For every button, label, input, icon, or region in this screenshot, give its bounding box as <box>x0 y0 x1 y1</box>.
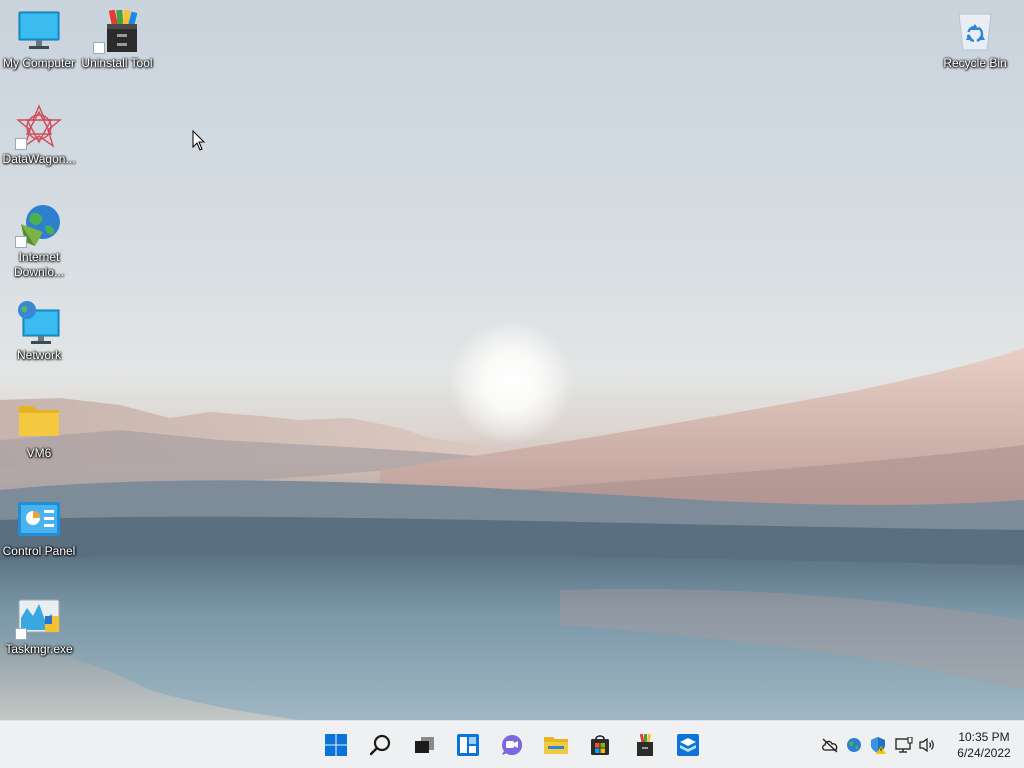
file-explorer-icon <box>544 737 568 754</box>
recycle-bin-icon <box>951 8 999 54</box>
mouse-cursor-icon <box>192 130 206 151</box>
shortcut-arrow-icon <box>93 42 105 54</box>
search-icon <box>369 734 391 756</box>
store-icon <box>591 735 609 755</box>
desktop-icon-label: Uninstall Tool <box>81 56 153 70</box>
desktop-icon-internet-download-manager[interactable]: Internet Downlo... <box>0 202 78 280</box>
globe-shield-icon <box>847 738 861 752</box>
shortcut-arrow-icon <box>15 236 27 248</box>
desktop-icon-taskmgr[interactable]: Taskmgr.exe <box>0 594 78 657</box>
start-button[interactable] <box>320 729 352 761</box>
desktop-icon-uninstall-tool[interactable]: Uninstall Tool <box>78 8 156 71</box>
clock-time: 10:35 PM <box>958 730 1010 744</box>
tray-volume[interactable] <box>918 735 938 755</box>
box-app-icon <box>677 734 699 756</box>
desktop-icon-my-computer[interactable]: My Computer <box>0 8 78 71</box>
search-button[interactable] <box>364 729 396 761</box>
monitor-icon <box>15 8 63 54</box>
task-manager-icon <box>15 594 63 640</box>
chat-icon <box>502 735 522 755</box>
wallpaper <box>0 320 1024 720</box>
desktop-icon-vm6[interactable]: VM6 <box>0 398 78 461</box>
app-taskbar-button[interactable] <box>672 729 704 761</box>
shield-warning-icon <box>871 737 886 754</box>
cloud-offline-icon <box>822 738 838 753</box>
control-panel-icon <box>15 496 63 542</box>
desktop[interactable]: My Computer Uninstall Tool DataWagon... … <box>0 0 1024 720</box>
desktop-icon-label: Network <box>16 348 61 362</box>
tray-network[interactable] <box>894 735 914 755</box>
speaker-icon <box>919 737 934 753</box>
desktop-icon-label: DataWagon... <box>2 152 76 166</box>
sun <box>449 320 573 444</box>
taskbar: 10:35 PM 6/24/2022 <box>0 720 1024 768</box>
desktop-icon-label: Taskmgr.exe <box>5 642 73 656</box>
datawagon-icon <box>15 104 63 150</box>
task-view-button[interactable] <box>408 729 440 761</box>
clock-date: 6/24/2022 <box>957 746 1011 760</box>
widgets-icon <box>457 734 479 756</box>
desktop-icon-datawagon[interactable]: DataWagon... <box>0 104 78 167</box>
uninstall-tool-icon <box>637 733 653 756</box>
tray-windows-security[interactable] <box>868 735 888 755</box>
uninstall-tool-icon <box>93 8 141 54</box>
desktop-icon-label: Internet Downlo... <box>13 250 65 279</box>
folder-icon <box>15 398 63 444</box>
chat-button[interactable] <box>496 729 528 761</box>
desktop-icon-control-panel[interactable]: Control Panel <box>0 496 78 559</box>
taskbar-clock[interactable]: 10:35 PM 6/24/2022 <box>948 729 1020 761</box>
desktop-icon-label: My Computer <box>2 56 76 70</box>
file-explorer-button[interactable] <box>540 729 572 761</box>
network-icon <box>15 300 63 346</box>
desktop-icon-label: VM6 <box>26 446 52 460</box>
task-view-icon <box>415 737 434 753</box>
desktop-icon-network[interactable]: Network <box>0 300 78 363</box>
shortcut-arrow-icon <box>15 628 27 640</box>
desktop-icon-recycle-bin[interactable]: Recycle Bin <box>936 8 1014 71</box>
tray-security-app[interactable] <box>844 735 864 755</box>
store-button[interactable] <box>584 729 616 761</box>
uninstall-tool-taskbar-button[interactable] <box>628 729 660 761</box>
shortcut-arrow-icon <box>15 138 27 150</box>
tray-onedrive[interactable] <box>820 735 840 755</box>
windows-start-icon <box>325 734 347 756</box>
desktop-icon-label: Recycle Bin <box>943 56 1007 70</box>
internet-download-manager-icon <box>15 202 63 248</box>
widgets-button[interactable] <box>452 729 484 761</box>
desktop-icon-label: Control Panel <box>2 544 76 558</box>
network-monitor-icon <box>895 737 913 753</box>
